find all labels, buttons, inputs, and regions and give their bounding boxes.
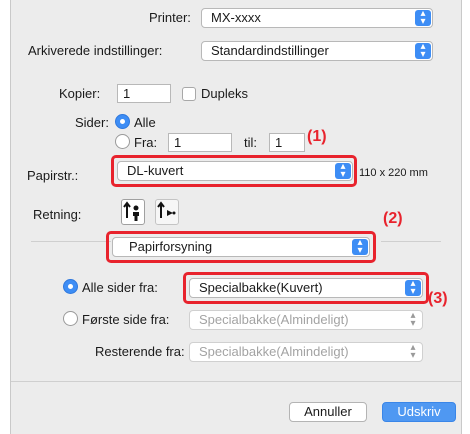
duplex-label: Dupleks [201, 86, 248, 101]
presets-value: Standardindstillinger [211, 43, 329, 58]
all-pages-value: Specialbakke(Kuvert) [199, 280, 323, 295]
paper-size-dimensions: 110 x 220 mm [359, 167, 428, 179]
remaining-label: Resterende fra: [95, 344, 185, 359]
callout-1: (1) [307, 128, 327, 145]
section-menu-value: Papirforsyning [129, 239, 213, 254]
presets-select[interactable]: Standardindstillinger ▴ ▾ [201, 41, 433, 61]
printer-label: Printer: [149, 10, 191, 25]
pages-label: Sider: [75, 115, 109, 130]
first-page-label: Første side fra: [82, 312, 170, 327]
separator-left [31, 241, 111, 242]
pages-all-radio[interactable] [115, 114, 130, 129]
popup-arrows-icon: ▴ ▾ [415, 9, 431, 27]
pages-to-label: til: [244, 135, 257, 150]
popup-arrows-icon: ▴ ▾ [410, 310, 416, 329]
paper-size-label: Papirstr.: [27, 168, 79, 183]
callout-3: (3) [428, 290, 448, 307]
orientation-landscape-button[interactable] [155, 199, 179, 225]
duplex-checkbox[interactable] [182, 87, 196, 101]
all-pages-select[interactable]: Specialbakke(Kuvert) ▴ ▾ [189, 278, 423, 298]
popup-arrows-icon: ▴ ▾ [405, 279, 421, 297]
presets-label: Arkiverede indstillinger: [28, 43, 163, 58]
print-button[interactable]: Udskriv [382, 402, 456, 422]
pages-range-radio[interactable] [115, 134, 130, 149]
cancel-button[interactable]: Annuller [289, 402, 367, 422]
popup-arrows-icon: ▴ ▾ [335, 162, 351, 180]
remaining-value: Specialbakke(Almindeligt) [199, 344, 349, 359]
portrait-icon [123, 201, 139, 221]
pages-to-field[interactable]: 1 [269, 133, 305, 152]
first-page-select[interactable]: Specialbakke(Almindeligt) ▴ ▾ [189, 310, 423, 330]
orientation-portrait-button[interactable] [121, 199, 145, 225]
printer-select[interactable]: MX-xxxx ▴ ▾ [201, 8, 433, 28]
first-page-radio[interactable] [63, 311, 78, 326]
section-menu-select[interactable]: Papirforsyning ▴ ▾ [112, 237, 370, 257]
paper-size-select[interactable]: DL-kuvert ▴ ▾ [117, 161, 353, 181]
popup-arrows-icon: ▴ ▾ [352, 238, 368, 256]
paper-size-value: DL-kuvert [127, 163, 184, 178]
footer-separator [11, 381, 461, 382]
pages-from-label: Fra: [134, 135, 158, 150]
landscape-icon [157, 201, 176, 218]
remaining-select[interactable]: Specialbakke(Almindeligt) ▴ ▾ [189, 342, 423, 362]
separator-right [381, 241, 441, 242]
first-page-value: Specialbakke(Almindeligt) [199, 312, 349, 327]
print-dialog: Printer: MX-xxxx ▴ ▾ Arkiverede indstilli… [10, 0, 462, 434]
all-pages-label: Alle sider fra: [82, 280, 158, 295]
callout-2: (2) [383, 210, 403, 227]
pages-from-field[interactable]: 1 [168, 133, 232, 152]
all-pages-radio[interactable] [63, 279, 78, 294]
copies-field[interactable]: 1 [117, 84, 171, 103]
printer-value: MX-xxxx [211, 10, 261, 25]
pages-all-label: Alle [134, 115, 156, 130]
copies-label: Kopier: [59, 86, 101, 101]
orientation-label: Retning: [33, 207, 82, 222]
popup-arrows-icon: ▴ ▾ [415, 42, 431, 60]
popup-arrows-icon: ▴ ▾ [410, 342, 416, 361]
